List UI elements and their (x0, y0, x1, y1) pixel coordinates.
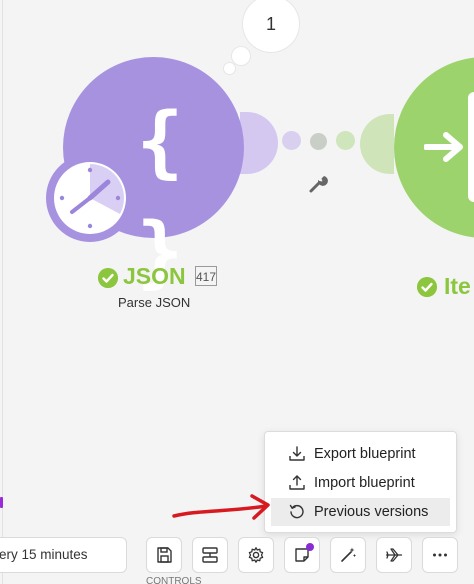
more-icon (433, 553, 447, 557)
operations-count-bubble[interactable]: 1 (243, 0, 299, 52)
route-dot-3 (336, 131, 355, 150)
settings-button[interactable] (238, 537, 274, 573)
gear-icon (248, 547, 264, 563)
iterator-status-check-icon (417, 277, 437, 297)
history-icon (289, 504, 304, 519)
bubble-dot-medium (232, 47, 250, 65)
clock-icon[interactable] (44, 152, 136, 244)
route-dot-1 (282, 131, 301, 150)
schedule-label: ery 15 minutes (0, 547, 88, 562)
more-options-button[interactable] (422, 537, 458, 573)
module-id-badge: 417 (195, 266, 217, 286)
explain-flow-button[interactable] (376, 537, 412, 573)
menu-item-import-blueprint[interactable]: Import blueprint (271, 469, 450, 497)
accent-marker (0, 497, 3, 508)
save-button[interactable] (146, 537, 182, 573)
import-icon (289, 475, 305, 490)
flow-control-button[interactable] (192, 537, 228, 573)
notes-notification-dot (306, 543, 314, 551)
iterator-arrows-icon (424, 92, 474, 202)
menu-item-label: Import blueprint (314, 475, 415, 491)
airplane-icon (385, 548, 403, 562)
iterator-module-connector[interactable] (360, 114, 394, 174)
json-status-check-icon (98, 268, 118, 288)
menu-item-label: Previous versions (314, 504, 429, 520)
route-dot-2 (310, 133, 327, 150)
annotation-arrow (172, 494, 270, 520)
menu-item-label: Export blueprint (314, 446, 416, 462)
iterator-module-title[interactable]: Ite (444, 272, 471, 300)
save-icon (157, 547, 172, 563)
scenario-canvas[interactable]: 1 { } JSON 417 Parse JSON Ite Export blu… (0, 0, 474, 584)
menu-item-export-blueprint[interactable]: Export blueprint (271, 440, 450, 468)
json-module-subtitle: Parse JSON (118, 295, 191, 310)
operations-count: 1 (265, 13, 276, 34)
wrench-icon[interactable] (307, 172, 329, 194)
json-module-title[interactable]: JSON (123, 262, 186, 290)
auto-align-button[interactable] (330, 537, 366, 573)
bubble-dot-small (224, 63, 235, 74)
export-icon (289, 446, 305, 461)
notes-button[interactable] (284, 537, 320, 573)
json-module-connector[interactable] (240, 112, 278, 174)
toolbar-caption: CONTROLS (146, 576, 202, 584)
more-options-menu: Export blueprint Import blueprint Previo… (264, 431, 457, 533)
magic-wand-icon (341, 547, 356, 562)
flow-control-icon (202, 547, 218, 563)
menu-item-previous-versions[interactable]: Previous versions (271, 498, 450, 526)
schedule-setting[interactable]: ery 15 minutes (0, 537, 127, 573)
